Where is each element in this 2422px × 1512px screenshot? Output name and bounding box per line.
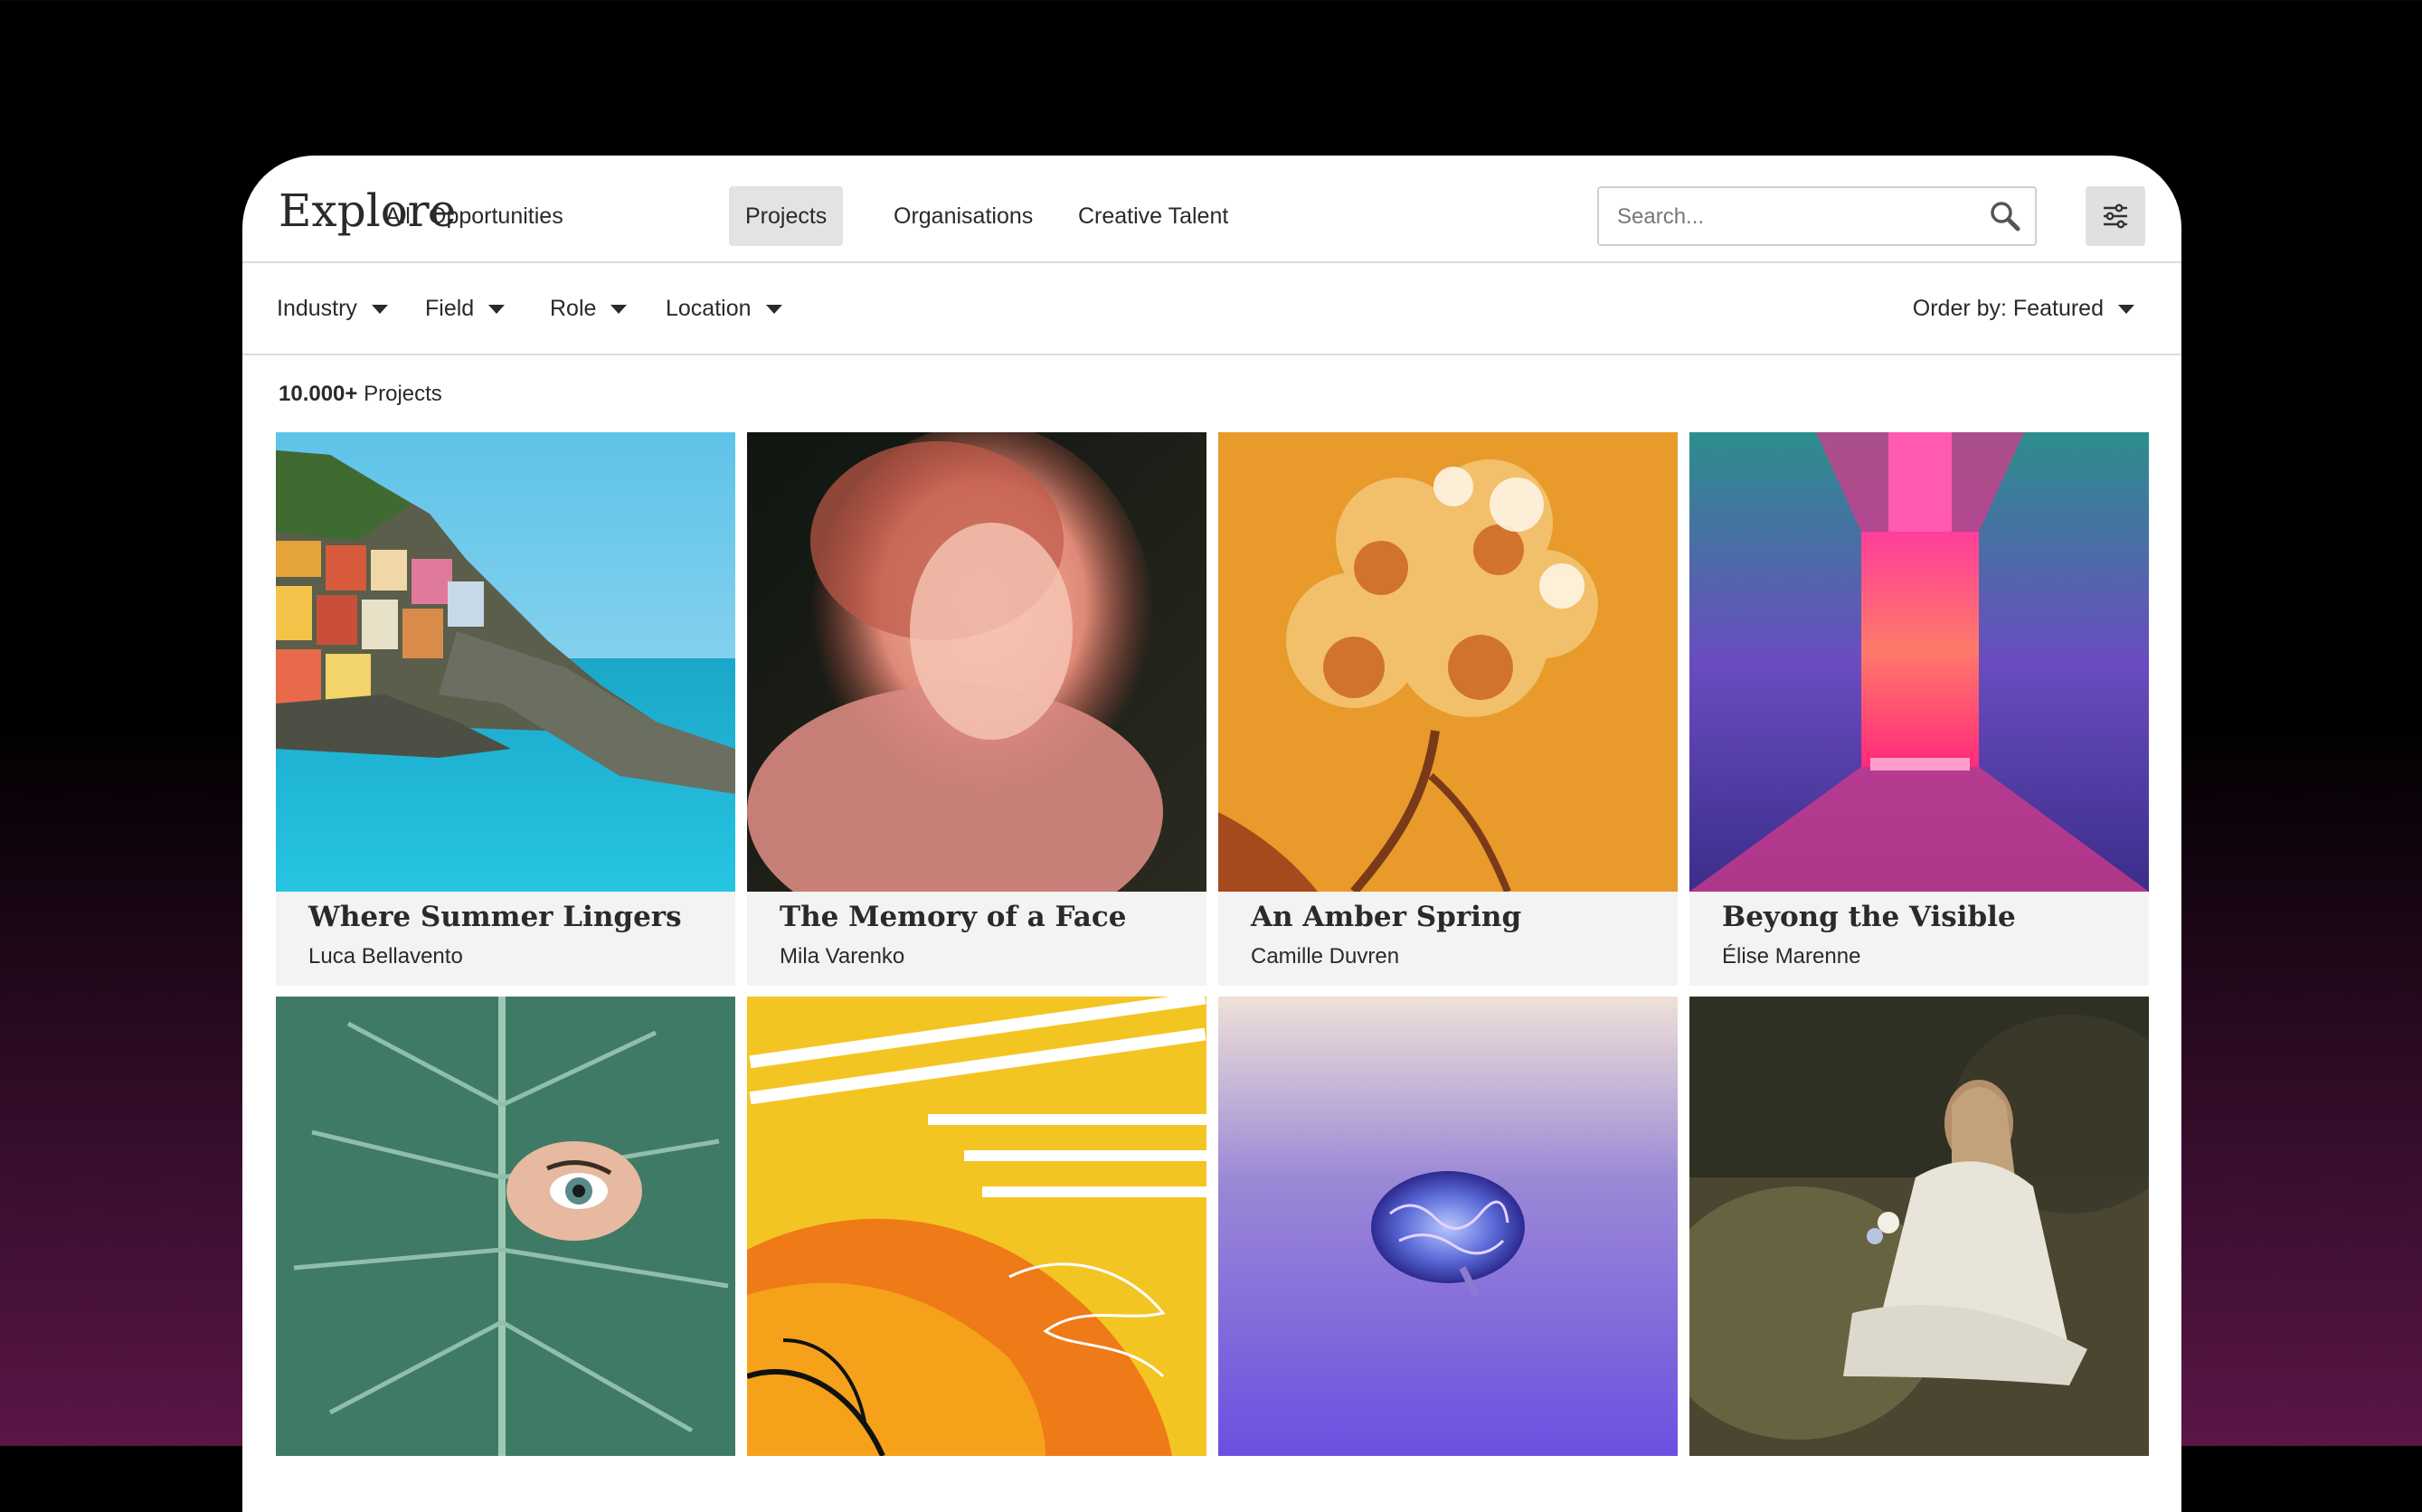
project-card[interactable]: The Memory of a Face Mila Varenko (747, 432, 1206, 986)
filter-bar: Industry Field Role Location Order by: F… (242, 263, 2181, 355)
blurred-portrait-photo (747, 432, 1206, 892)
neon-corridor-photo (1689, 432, 2149, 892)
caret-down-icon (610, 305, 628, 315)
industry-label: Industry (277, 296, 357, 321)
project-card[interactable] (1689, 997, 2149, 1456)
card-caption: Where Summer Lingers Luca Bellavento (276, 892, 735, 986)
results-count-label: Projects (357, 382, 442, 406)
tab-projects[interactable]: Projects (729, 186, 844, 246)
search-input[interactable] (1615, 188, 1981, 246)
tab-creative-talent[interactable]: Creative Talent (1062, 186, 1244, 246)
search-box (1597, 186, 2037, 246)
tab-opportunities[interactable]: Opportunities (412, 186, 580, 246)
caret-down-icon (765, 305, 782, 315)
top-bar: Explore All Opportunities Projects Organ… (242, 156, 2181, 263)
project-card[interactable]: An Amber Spring Camille Duvren (1218, 432, 1678, 986)
order-by-dropdown[interactable]: Order by: Featured (1913, 263, 2134, 354)
role-label: Role (550, 296, 597, 321)
card-caption: The Memory of a Face Mila Varenko (747, 892, 1206, 986)
project-card[interactable] (1218, 997, 1678, 1456)
project-card[interactable]: Where Summer Lingers Luca Bellavento (276, 432, 735, 986)
card-author: Élise Marenne (1722, 944, 1861, 969)
results-count-number: 10.000+ (279, 382, 358, 406)
role-dropdown[interactable]: Role (550, 263, 628, 354)
coastal-village-photo (276, 432, 735, 892)
results-count: 10.000+ Projects (279, 382, 442, 407)
search-icon[interactable] (1990, 201, 2020, 232)
card-author: Camille Duvren (1251, 944, 1400, 969)
card-author: Mila Varenko (780, 944, 905, 969)
girl-painting-photo (1689, 997, 2149, 1456)
tab-organisations[interactable]: Organisations (877, 186, 1049, 246)
card-author: Luca Bellavento (308, 944, 463, 969)
card-caption: An Amber Spring Camille Duvren (1218, 892, 1678, 986)
project-card[interactable] (276, 997, 735, 1456)
industry-dropdown[interactable]: Industry (277, 263, 388, 354)
field-label: Field (425, 296, 475, 321)
card-title: Where Summer Lingers (308, 901, 682, 933)
order-by-label: Order by: Featured (1912, 296, 2104, 321)
abstract-paint-photo (747, 997, 1206, 1456)
caret-down-icon (371, 305, 388, 315)
card-title: An Amber Spring (1251, 901, 1522, 933)
location-dropdown[interactable]: Location (666, 263, 782, 354)
location-label: Location (666, 296, 752, 321)
orange-flower-photo (1218, 432, 1678, 892)
caret-down-icon (2118, 305, 2134, 315)
project-card[interactable]: Beyong the Visible Élise Marenne (1689, 432, 2149, 986)
caret-down-icon (488, 305, 506, 315)
glowing-brain-photo (1218, 997, 1678, 1456)
card-title: The Memory of a Face (780, 901, 1127, 933)
leaf-eye-photo (276, 997, 735, 1456)
card-title: Beyong the Visible (1722, 901, 2016, 933)
field-dropdown[interactable]: Field (425, 263, 506, 354)
card-caption: Beyong the Visible Élise Marenne (1689, 892, 2149, 986)
project-card[interactable] (747, 997, 1206, 1456)
sliders-icon (2104, 203, 2127, 229)
explore-window: Explore All Opportunities Projects Organ… (242, 156, 2181, 1512)
filter-settings-button[interactable] (2086, 186, 2145, 246)
